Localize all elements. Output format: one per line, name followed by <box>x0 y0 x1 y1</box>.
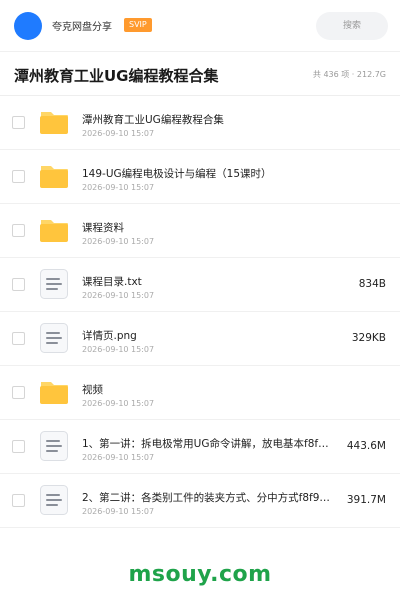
file-date: 2026-09-10 15:07 <box>82 453 155 462</box>
file-name[interactable]: 1、第一讲：拆电极常用UG命令讲解，放电基本f8f… <box>82 436 340 451</box>
watermark-text: msouy.com <box>128 562 272 587</box>
file-name[interactable]: 149-UG编程电极设计与编程（15课时） <box>82 166 342 181</box>
folder-icon <box>38 106 70 138</box>
document-icon <box>38 430 70 462</box>
folder-icon <box>38 160 70 192</box>
select-checkbox[interactable] <box>12 440 25 453</box>
file-name[interactable]: 课程资料 <box>82 220 342 235</box>
document-icon <box>38 322 70 354</box>
select-checkbox[interactable] <box>12 116 25 129</box>
file-date: 2026-09-10 15:07 <box>82 507 155 516</box>
file-date: 2026-09-10 15:07 <box>82 291 155 300</box>
file-name[interactable]: 视频 <box>82 382 342 397</box>
avatar[interactable] <box>14 12 42 40</box>
file-name[interactable]: 潭州教育工业UG编程教程合集 <box>82 112 342 127</box>
file-size: 329KB <box>351 332 386 344</box>
file-row[interactable]: 视频 2026-09-10 15:07 <box>0 366 400 420</box>
file-row[interactable]: 潭州教育工业UG编程教程合集 2026-09-10 15:07 <box>0 96 400 150</box>
file-date: 2026-09-10 15:07 <box>82 399 155 408</box>
file-row[interactable]: 详情页.png 2026-09-10 15:07 329KB <box>0 312 400 366</box>
file-row[interactable]: 课程资料 2026-09-10 15:07 <box>0 204 400 258</box>
page-title: 潭州教育工业UG编程教程合集 <box>14 67 219 85</box>
document-icon <box>38 268 70 300</box>
select-checkbox[interactable] <box>12 494 25 507</box>
share-page: 夸克网盘分享 SVIP 搜索 潭州教育工业UG编程教程合集 共 436 项 · … <box>0 0 400 600</box>
folder-icon <box>38 376 70 408</box>
file-date: 2026-09-10 15:07 <box>82 183 155 192</box>
file-size: 391.7M <box>346 494 386 506</box>
file-row[interactable]: 1、第一讲：拆电极常用UG命令讲解，放电基本f8f… 2026-09-10 15:… <box>0 420 400 474</box>
file-date: 2026-09-10 15:07 <box>82 129 155 138</box>
file-list: 潭州教育工业UG编程教程合集 2026-09-10 15:07 149-UG编程电极… <box>0 96 400 528</box>
search-input[interactable]: 搜索 <box>316 12 388 40</box>
select-checkbox[interactable] <box>12 278 25 291</box>
folder-icon <box>38 214 70 246</box>
select-checkbox[interactable] <box>12 332 25 345</box>
svip-badge: SVIP <box>124 18 152 32</box>
file-row[interactable]: 课程目录.txt 2026-09-10 15:07 834B <box>0 258 400 312</box>
file-date: 2026-09-10 15:07 <box>82 345 155 354</box>
document-icon <box>38 484 70 516</box>
file-row[interactable]: 149-UG编程电极设计与编程（15课时） 2026-09-10 15:07 <box>0 150 400 204</box>
file-size: 834B <box>358 278 386 290</box>
header: 夸克网盘分享 SVIP 搜索 <box>0 0 400 52</box>
file-size: 443.6M <box>346 440 386 452</box>
item-count: 共 436 项 · 212.7G <box>312 70 386 79</box>
file-name[interactable]: 课程目录.txt <box>82 274 340 289</box>
file-name[interactable]: 2、第二讲：各类别工件的装夹方式、分中方式f8f9… <box>82 490 340 505</box>
select-checkbox[interactable] <box>12 224 25 237</box>
select-checkbox[interactable] <box>12 386 25 399</box>
title-bar: 潭州教育工业UG编程教程合集 共 436 项 · 212.7G <box>0 52 400 96</box>
brand-label: 夸克网盘分享 <box>52 22 112 33</box>
file-name[interactable]: 详情页.png <box>82 328 340 343</box>
file-date: 2026-09-10 15:07 <box>82 237 155 246</box>
file-row[interactable]: 2、第二讲：各类别工件的装夹方式、分中方式f8f9… 2026-09-10 15:… <box>0 474 400 528</box>
select-checkbox[interactable] <box>12 170 25 183</box>
